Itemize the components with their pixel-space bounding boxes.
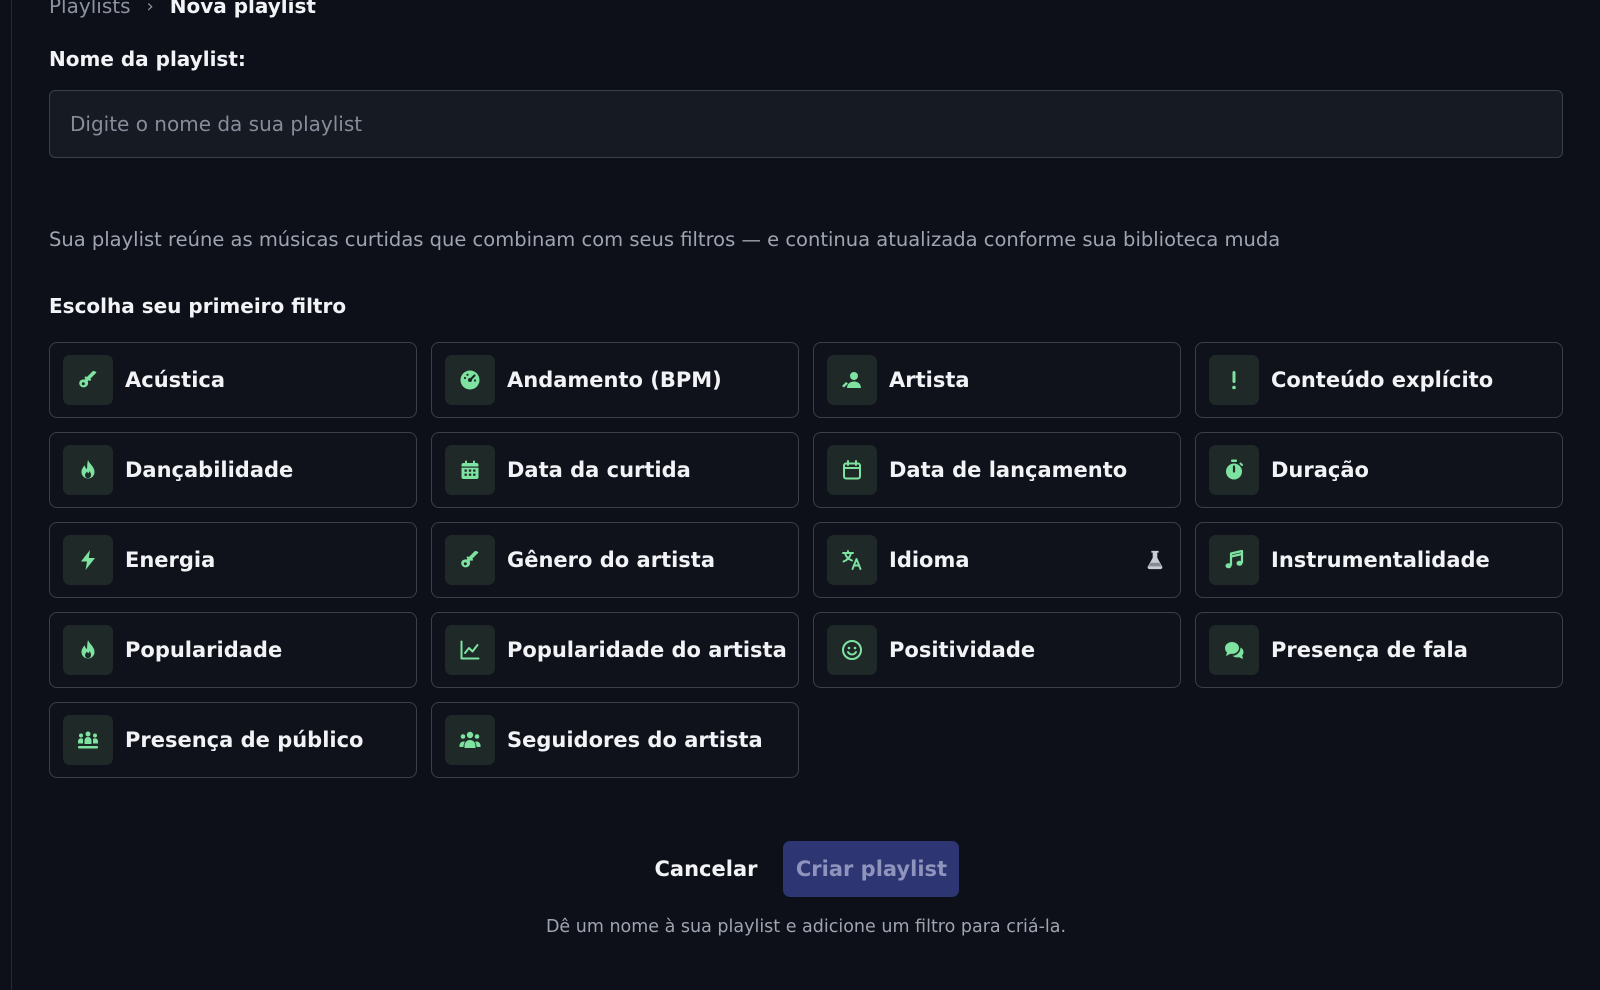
filter-option-label: Instrumentalidade bbox=[1271, 548, 1490, 572]
filter-option-label: Duração bbox=[1271, 458, 1369, 482]
filter-option-presenca-de-fala[interactable]: Presença de fala bbox=[1195, 612, 1563, 688]
filter-option-energia[interactable]: Energia bbox=[49, 522, 417, 598]
filter-option-label: Acústica bbox=[125, 368, 226, 392]
calendar-filled-icon bbox=[445, 445, 495, 495]
guitar-icon bbox=[63, 355, 113, 405]
filter-option-label: Data da curtida bbox=[507, 458, 691, 482]
users-icon bbox=[445, 715, 495, 765]
translate-icon bbox=[827, 535, 877, 585]
chart-line-icon bbox=[445, 625, 495, 675]
flask-icon bbox=[1144, 549, 1166, 573]
filter-option-label: Popularidade bbox=[125, 638, 283, 662]
filter-option-label: Data de lançamento bbox=[889, 458, 1128, 482]
smile-icon bbox=[827, 625, 877, 675]
filter-option-dancabilidade[interactable]: Dançabilidade bbox=[49, 432, 417, 508]
calendar-outline-icon bbox=[827, 445, 877, 495]
filter-option-label: Popularidade do artista bbox=[507, 638, 787, 662]
guitar-icon bbox=[445, 535, 495, 585]
filter-option-artista[interactable]: Artista bbox=[813, 342, 1181, 418]
helper-hint: Dê um nome à sua playlist e adicione um … bbox=[545, 917, 1067, 937]
filter-option-popularidade-do-artista[interactable]: Popularidade do artista bbox=[431, 612, 799, 688]
filter-option-duracao[interactable]: Duração bbox=[1195, 432, 1563, 508]
filter-option-data-de-lancamento[interactable]: Data de lançamento bbox=[813, 432, 1181, 508]
playlist-name-label: Nome da playlist: bbox=[49, 47, 246, 71]
create-playlist-button[interactable]: Criar playlist bbox=[783, 841, 960, 897]
filter-grid: Acústica Andamento (BPM) Artista Conteúdo e… bbox=[49, 342, 1563, 778]
filter-option-acustica[interactable]: Acústica bbox=[49, 342, 417, 418]
filter-option-label: Dançabilidade bbox=[125, 458, 294, 482]
chevron-right-icon: › bbox=[146, 0, 154, 17]
filter-option-label: Artista bbox=[889, 368, 970, 392]
sidebar-edge bbox=[0, 0, 12, 990]
filter-option-label: Idioma bbox=[889, 548, 970, 572]
filter-option-label: Positividade bbox=[889, 638, 1036, 662]
stopwatch-icon bbox=[1209, 445, 1259, 495]
filter-option-label: Conteúdo explícito bbox=[1271, 368, 1494, 392]
playlist-name-input[interactable] bbox=[49, 90, 1563, 158]
gauge-icon bbox=[445, 355, 495, 405]
artist-icon bbox=[827, 355, 877, 405]
form-actions: Cancelar Criar playlist bbox=[49, 841, 1563, 897]
music-note-icon bbox=[1209, 535, 1259, 585]
filter-option-label: Gênero do artista bbox=[507, 548, 716, 572]
filter-option-positividade[interactable]: Positividade bbox=[813, 612, 1181, 688]
audience-icon bbox=[63, 715, 113, 765]
filter-option-conteudo-explicito[interactable]: Conteúdo explícito bbox=[1195, 342, 1563, 418]
breadcrumb: Playlists › Nova playlist bbox=[49, 0, 316, 18]
filter-option-seguidores-do-artista[interactable]: Seguidores do artista bbox=[431, 702, 799, 778]
breadcrumb-current: Nova playlist bbox=[169, 0, 316, 18]
cancel-button[interactable]: Cancelar bbox=[653, 857, 760, 881]
speech-bubbles-icon bbox=[1209, 625, 1259, 675]
filter-option-label: Presença de público bbox=[125, 728, 364, 752]
filter-option-label: Andamento (BPM) bbox=[507, 368, 722, 392]
filter-option-label: Seguidores do artista bbox=[507, 728, 763, 752]
filter-section-title: Escolha seu primeiro filtro bbox=[49, 294, 347, 318]
filter-option-idioma[interactable]: Idioma bbox=[813, 522, 1181, 598]
breadcrumb-playlists-link[interactable]: Playlists bbox=[49, 0, 131, 18]
filter-option-data-da-curtida[interactable]: Data da curtida bbox=[431, 432, 799, 508]
filter-option-presenca-de-publico[interactable]: Presença de público bbox=[49, 702, 417, 778]
filter-option-label: Energia bbox=[125, 548, 216, 572]
filter-option-popularidade[interactable]: Popularidade bbox=[49, 612, 417, 688]
filter-option-genero-do-artista[interactable]: Gênero do artista bbox=[431, 522, 799, 598]
filter-option-instrumentalidade[interactable]: Instrumentalidade bbox=[1195, 522, 1563, 598]
flame-icon bbox=[63, 625, 113, 675]
filter-option-andamento-bpm[interactable]: Andamento (BPM) bbox=[431, 342, 799, 418]
exclamation-icon bbox=[1209, 355, 1259, 405]
playlist-description: Sua playlist reúne as músicas curtidas q… bbox=[49, 228, 1281, 251]
filter-option-label: Presença de fala bbox=[1271, 638, 1468, 662]
bolt-icon bbox=[63, 535, 113, 585]
flame-icon bbox=[63, 445, 113, 495]
